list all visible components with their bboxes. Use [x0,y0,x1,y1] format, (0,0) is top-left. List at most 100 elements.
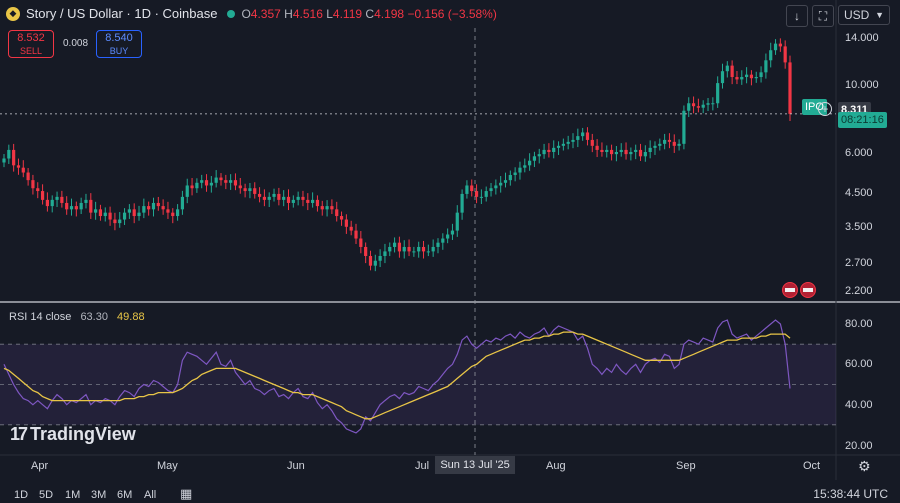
candle-body [537,154,541,157]
candle-body [31,180,35,189]
range-1m-button[interactable]: 1M [65,489,80,501]
candle-body [45,199,49,207]
candle-body [590,139,594,146]
candle-body [2,158,6,163]
range-3m-button[interactable]: 3M [91,489,106,501]
range-6m-button[interactable]: 6M [117,489,132,501]
rsi-value: 63.30 [80,311,108,323]
symbol-title[interactable]: Story / US Dollar · 1D · Coinbase [26,6,217,21]
candle-body [286,196,291,203]
sell-button[interactable]: 8.532 SELL [8,30,54,58]
candle-body [725,65,729,72]
candle-body [609,149,614,155]
tradingview-logo-icon: 17 [10,424,28,444]
candle-body [16,165,21,168]
candle-body [359,238,363,247]
candle-body [585,132,590,140]
time-label: Sep [676,460,696,472]
countdown-tag: 08:21:16 [838,112,887,128]
rsi-tick: 60.00 [845,358,873,370]
candle-body [412,251,416,253]
candle-body [349,226,353,231]
candle-body [764,60,768,73]
candle-body [542,149,546,155]
candle-body [190,185,194,189]
candle-body [122,212,127,220]
candle-body [653,145,657,148]
range-1d-button[interactable]: 1D [14,489,28,501]
candle-body [354,230,358,239]
candle-body [561,143,565,146]
candle-body [180,196,185,210]
chevron-down-icon: ▼ [875,10,884,20]
candle-body [663,139,667,144]
candle-body [556,145,561,148]
range-5d-button[interactable]: 5D [39,489,53,501]
candle-body [745,74,749,78]
candle-body [778,43,782,47]
candle-body [118,219,122,224]
candle-body [417,246,421,252]
candle-body [267,196,271,200]
candle-body [26,172,30,181]
candle-body [634,149,638,153]
high-value: 4.516 [292,6,323,21]
candle-body [407,246,411,252]
candle-body [50,199,54,207]
candle-body [720,71,725,84]
candle-body [378,255,382,261]
candle-body [595,145,599,150]
candle-body [74,206,78,210]
candle-body [209,182,213,186]
candle-body [629,152,633,155]
range-all-button[interactable]: All [144,489,156,501]
rsi-legend[interactable]: RSI 14 close 63.30 49.88 [9,311,145,323]
candle-body [84,199,88,203]
us-flag-icon[interactable] [800,282,816,298]
candle-body [185,185,189,197]
candle-body [499,182,503,186]
currency-select[interactable]: USD ▼ [838,5,890,25]
calendar-icon[interactable]: ▦ [180,486,192,502]
sell-price: 8.532 [17,32,45,44]
candle-body [503,180,508,183]
utc-clock[interactable]: 15:38:44 UTC [813,487,888,501]
candle-body [528,160,532,166]
rsi-tick: 80.00 [845,318,873,330]
candle-body [769,50,773,61]
candle-body [243,188,247,192]
candle-body [624,149,628,155]
candle-body [687,103,691,111]
candle-body [436,242,440,247]
price-tick: 10.000 [845,79,879,91]
candle-body [103,212,107,217]
candle-body [460,193,464,213]
candle-body [711,103,715,105]
candle-body [335,209,339,217]
buy-button[interactable]: 8.540 BUY [96,30,142,58]
candle-body [137,212,141,217]
settings-gear-icon[interactable]: ⚙ [858,458,871,475]
candle-body [238,185,242,189]
candle-body [749,74,754,79]
fullscreen-button[interactable]: ⛶ [812,5,834,27]
close-value: 4.198 [374,6,405,21]
add-alert-plus-icon[interactable]: + [818,102,832,116]
download-button[interactable]: ↓ [786,5,808,27]
candle-body [696,106,700,108]
candle-body [648,147,652,153]
candle-body [200,180,204,183]
us-flag-icon[interactable] [782,282,798,298]
candle-body [204,180,209,186]
candle-body [518,167,522,173]
candle-body [426,251,430,253]
candle-body [330,206,334,210]
tradingview-watermark: 17 TradingView [10,424,136,444]
candle-body [638,149,643,157]
candle-body [446,234,450,239]
candle-body [783,46,787,63]
candle-body [368,255,373,266]
candle-body [523,165,527,168]
candle-body [21,167,25,173]
candle-body [566,141,570,144]
